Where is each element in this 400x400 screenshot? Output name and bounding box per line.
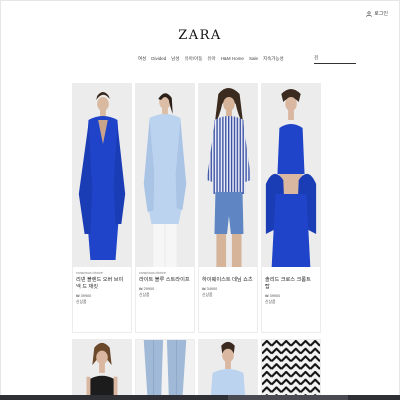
nav-item-divided[interactable]: Divided <box>151 56 166 62</box>
login-link[interactable]: 로그인 <box>366 10 388 17</box>
nav-item-baby[interactable]: 유아 <box>207 56 215 62</box>
product-card[interactable]: 하이웨이스트 데님 쇼츠 ₩ 34900 신상품 <box>198 83 258 333</box>
user-icon <box>366 10 372 17</box>
product-tag: conscious choice <box>76 271 103 275</box>
nav-item-sustainability[interactable]: 지속가능성 <box>263 56 284 62</box>
product-price: ₩ 39900 <box>265 294 281 298</box>
product-tag <box>202 271 254 276</box>
product-image[interactable] <box>198 339 258 400</box>
new-badge: 신상품 <box>76 300 87 304</box>
taskbar <box>0 395 400 400</box>
search-field[interactable]: 검 <box>314 54 356 64</box>
nav-item-men[interactable]: 남성 <box>171 56 179 62</box>
nav-item-kids[interactable]: 유아/아동 <box>185 56 203 62</box>
product-grid-row-2 <box>72 339 321 400</box>
login-label: 로그인 <box>374 11 388 17</box>
main-nav: 여성 Divided 남성 유아/아동 유아 H&M Home Sale 지속가… <box>138 56 284 62</box>
product-image[interactable] <box>136 84 194 267</box>
new-badge: 신상품 <box>202 293 213 297</box>
brand-logo[interactable]: ZARA <box>0 28 400 43</box>
product-card[interactable]: conscious choice 라이트 블루 스트라이프 ₩ 29900 신상… <box>135 83 195 333</box>
product-price: ₩ 34900 <box>202 287 218 291</box>
product-tag: conscious choice <box>139 271 166 275</box>
product-name[interactable]: 리넨 블렌드 오버 브이넥 드 재킷 <box>76 277 128 291</box>
nav-item-home[interactable]: H&M Home <box>221 56 244 62</box>
product-grid: conscious choice 리넨 블렌드 오버 브이넥 드 재킷 ₩ 39… <box>72 83 321 333</box>
product-name[interactable]: 솔리드 크로스 크롭트 탑 <box>265 277 317 291</box>
search-placeholder: 검 <box>314 55 319 60</box>
new-badge: 신상품 <box>265 300 276 304</box>
product-image[interactable] <box>261 339 321 400</box>
product-image[interactable] <box>135 339 195 400</box>
product-price: ₩ 39900 <box>76 294 92 298</box>
taskbar-segment <box>228 395 348 400</box>
product-image[interactable] <box>72 339 132 400</box>
product-image[interactable] <box>73 84 131 267</box>
product-tag <box>265 271 317 276</box>
new-badge: 신상품 <box>139 293 150 297</box>
product-name[interactable]: 하이웨이스트 데님 쇼츠 <box>202 277 254 284</box>
nav-item-women[interactable]: 여성 <box>138 56 146 62</box>
product-image[interactable] <box>199 84 257 267</box>
product-image[interactable] <box>262 84 320 267</box>
nav-item-sale[interactable]: Sale <box>249 56 258 62</box>
product-name[interactable]: 라이트 블루 스트라이프 <box>139 277 191 284</box>
product-card[interactable]: conscious choice 리넨 블렌드 오버 브이넥 드 재킷 ₩ 39… <box>72 83 132 333</box>
product-card[interactable]: 솔리드 크로스 크롭트 탑 ₩ 39900 신상품 <box>261 83 321 333</box>
product-price: ₩ 29900 <box>139 287 155 291</box>
